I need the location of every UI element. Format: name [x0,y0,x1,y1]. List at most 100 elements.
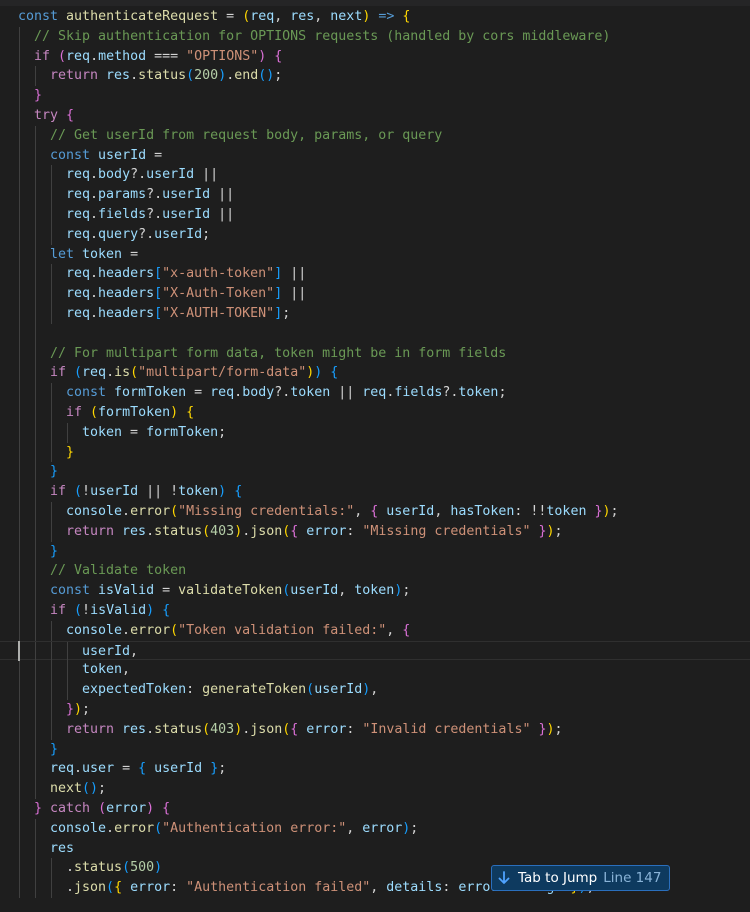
code-token: ; [402,583,411,599]
code-token: "Authentication failed" [186,880,371,896]
code-line[interactable]: // Skip authentication for OPTIONS reque… [0,26,750,47]
code-line[interactable]: req.body?.userId || [0,165,750,186]
code-text: console.error("Token validation failed:"… [66,621,410,641]
code-text: token, [82,660,130,680]
indent-guide [35,145,36,166]
code-line[interactable]: } [0,86,750,106]
code-line[interactable]: req.query?.userId; [0,224,750,245]
code-line[interactable]: // Validate token [0,561,750,582]
code-line[interactable]: res [0,838,750,859]
code-line[interactable]: req.headers["X-AUTH-TOKEN"]; [0,304,750,324]
code-line[interactable]: token, [0,660,750,681]
code-line[interactable]: expectedToken: generateToken(userId), [0,680,750,700]
code-token: ; [610,504,619,519]
indent-guide [35,719,36,740]
code-token: ) [218,484,227,500]
code-line[interactable]: } [0,541,750,562]
code-token: ! [82,603,91,618]
code-line[interactable]: console.error("Token validation failed:"… [0,620,750,641]
indent-guide [35,739,36,760]
code-token: error [362,820,403,836]
code-line[interactable]: if (req.method === "OPTIONS") { [0,46,750,67]
code-line[interactable]: try { [0,106,750,126]
code-line[interactable]: const isValid = validateToken(userId, to… [0,581,750,601]
code-token: // Validate token [50,563,187,579]
code-line[interactable]: next(); [0,779,750,799]
code-line[interactable]: const formToken = req.body?.token || req… [0,383,750,403]
code-token: 500 [130,860,155,876]
code-line[interactable]: token = formToken; [0,422,750,443]
code-line[interactable]: let token = [0,244,750,265]
code-line[interactable]: return res.status(403).json({ error: "Mi… [0,521,750,542]
code-token: ( [170,504,179,519]
code-line[interactable]: req.fields?.userId || [0,205,750,225]
code-line[interactable]: userId, [0,640,750,662]
code-line[interactable] [0,323,750,344]
indent-guide [51,185,52,205]
code-text: // Get userId from request body, params,… [50,126,442,146]
code-line[interactable]: return res.status(403).json({ error: "In… [0,719,750,740]
code-token: ; [498,385,507,401]
code-text: .status(500) [66,858,162,878]
code-text: next(); [50,779,106,799]
code-line[interactable]: req.headers["X-Auth-Token"] || [0,284,750,304]
code-line[interactable]: console.error("Missing credentials:", { … [0,502,750,522]
code-line[interactable]: req.headers["x-auth-token"] || [0,264,750,285]
code-token: next [330,9,363,24]
code-line[interactable]: // Get userId from request body, params,… [0,125,750,146]
code-token: = [122,246,139,262]
code-token: ( [90,405,99,420]
code-token: ( [306,682,315,698]
code-line[interactable]: // For multipart form data, token might … [0,343,750,364]
code-text: if (!userId || !token) { [50,482,242,502]
code-line[interactable]: } [0,442,750,463]
code-line[interactable]: } [0,462,750,483]
indent-guide [19,719,20,740]
code-line[interactable]: if (!isValid) { [0,601,750,621]
code-line[interactable]: const userId = [0,145,750,166]
indent-guide [19,363,20,384]
code-token: "X-Auth-Token" [162,286,275,302]
code-line[interactable]: if (formToken) { [0,403,750,423]
indent-guide [19,323,20,344]
code-text: req.headers["x-auth-token"] || [66,264,306,284]
code-token: () [258,68,275,84]
code-token: || [210,207,235,222]
indent-guide [19,66,20,87]
code-line[interactable]: }); [0,700,750,720]
code-token: , [314,9,331,24]
code-line[interactable]: if (!userId || !token) { [0,482,750,502]
code-line[interactable]: } catch (error) { [0,799,750,819]
code-token: { [402,9,411,24]
code-editor[interactable]: const authenticateRequest = (req, res, n… [0,0,750,912]
code-token: [ [154,286,163,302]
code-line[interactable]: } [0,739,750,760]
code-line[interactable]: req.params?.userId || [0,185,750,205]
code-token: === [146,48,187,64]
code-text: req.params?.userId || [66,185,234,205]
indent-guide [35,482,36,502]
code-token: token [178,484,219,500]
code-text: } catch (error) { [34,799,170,819]
indent-guide [19,224,20,245]
code-token: { [274,48,283,64]
tab-to-jump-hint[interactable]: Tab to Jump Line 147 [491,865,671,891]
code-token: headers [98,306,155,321]
code-line[interactable]: console.error("Authentication error:", e… [0,818,750,839]
code-token: } [34,801,43,816]
code-token: console [50,820,107,836]
code-line[interactable]: return res.status(200).end(); [0,66,750,87]
code-token: . [90,48,99,64]
code-line[interactable]: const authenticateRequest = (req, res, n… [0,7,750,27]
indent-guide [35,818,36,839]
code-token: // For multipart form data, token might … [50,345,507,361]
indent-guide [19,799,20,819]
code-token: error [106,801,147,816]
code-line[interactable]: if (req.is("multipart/form-data")) { [0,363,750,384]
code-text: }); [66,700,90,720]
code-token: ; [282,306,291,321]
code-token: ] [274,306,283,321]
code-token: userId [154,761,203,777]
code-token: token [290,385,331,401]
code-line[interactable]: req.user = { userId }; [0,759,750,780]
